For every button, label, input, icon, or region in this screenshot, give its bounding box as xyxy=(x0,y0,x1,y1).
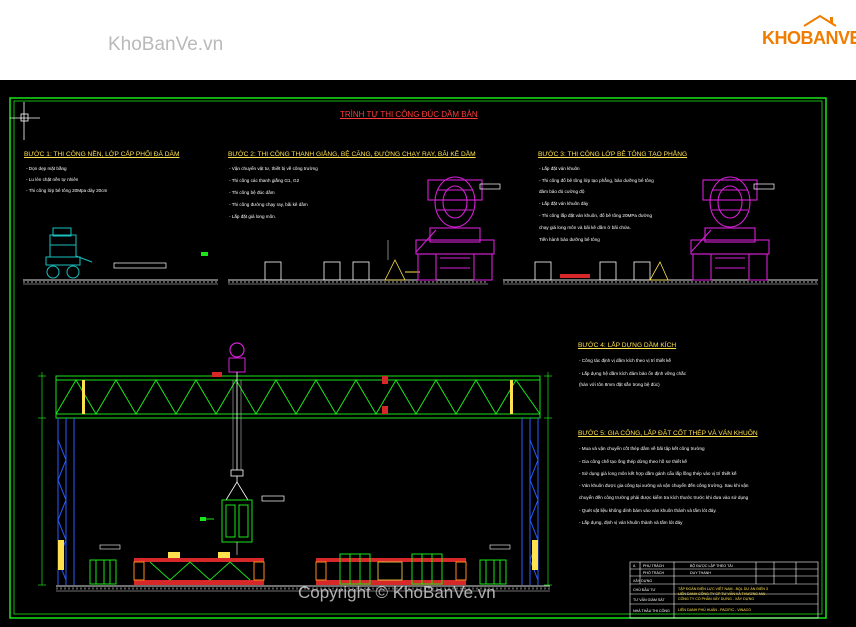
copyright-watermark: Copyright © KhoBanVe.vn xyxy=(298,583,496,602)
step1-line: - Thi công lớp bê tông 20Mpa dày 20cm xyxy=(26,188,108,193)
title-block-cell: DUY THANH xyxy=(690,571,711,575)
step3-title: BƯỚC 3: THI CÔNG LỚP BÊ TÔNG TẠO PHẲNG xyxy=(538,151,688,158)
title-block-cell: TƯ VẤN GIÁM SÁT xyxy=(633,598,665,602)
step1-line: - Lu lèn chặt nền tự nhiên xyxy=(26,177,79,182)
step3-line: chạy giá long môn và bãi kê dầm ở bãi ch… xyxy=(539,225,631,230)
casting-bed-right xyxy=(315,553,467,585)
title-block-cell: NHÀ THẦU THI CÔNG xyxy=(633,609,670,613)
watermark-text: KhoBanVe.vn xyxy=(108,34,224,55)
project-line: TẬP ĐOÀN ĐIỆN LỰC VIỆT NAM - BQL DỰ ÁN Đ… xyxy=(678,587,768,591)
project-line: LIÊN DANH CÔNG TY CP TƯ VẤN VÀ THƯƠNG MẠ… xyxy=(678,592,766,596)
page-header: KhoBanVe.vn KHOBANVE xyxy=(0,0,856,80)
step4-title: BƯỚC 4: LẮP DỰNG DẦM KÍCH xyxy=(578,342,677,349)
step3-line: - Thi công đổ bê tông lớp tạo phẳng, bảo… xyxy=(539,178,654,183)
step2-line: - Lắp đặt giá long môn. xyxy=(229,214,276,219)
step3-line: - Lắp đặt ván khuôn xyxy=(539,166,580,171)
title-block-cell: PHÓ TRÁCH xyxy=(643,571,665,575)
title-block-cell: PHỤ TRÁCH xyxy=(643,564,664,568)
cad-drawing-viewport[interactable]: TRÌNH TỰ THI CÔNG ĐÚC DẦM BẢN BƯỚC 1: TH… xyxy=(0,80,856,627)
logo-text: KHOBANVE xyxy=(762,28,856,48)
step4-line: - Công tác định vị dầm kích theo vị trí … xyxy=(579,358,671,363)
title-block-cell: XÂY DỰNG xyxy=(633,579,653,583)
title-block-cell: BỘ ĐƯỢC LẬP THEO TÀI xyxy=(690,564,733,568)
gantry-crane-elevation xyxy=(38,342,552,592)
step3-line: - Lắp đặt ván khuôn đáy xyxy=(539,201,589,206)
step4-line: - Lắp dựng hệ dầm kích đảm bảo ổn định v… xyxy=(579,371,687,376)
casting-bed-left xyxy=(133,552,265,585)
step1-sketch xyxy=(23,227,218,285)
step5-line: chuyển đến công trường phải được kiểm tr… xyxy=(579,495,749,500)
step5-line: - Lắp dựng, định vị ván khuôn thành và t… xyxy=(579,520,683,525)
step5-line: - Mua và vận chuyển cốt thép dầm về bãi … xyxy=(579,446,705,451)
step3-line: Tiến hành bảo dưỡng bê tông xyxy=(539,237,600,242)
step2-line: - Thi công bệ đúc dầm xyxy=(229,190,275,195)
step5-line: - Gia công chế tạo ống thép dừng theo hồ… xyxy=(579,459,687,464)
step4-line: (hàn với tôn 8mm đặt sẵn trong bệ đúc) xyxy=(579,382,660,387)
title-block-cell: A xyxy=(633,564,636,568)
step2-line: - Thi công các thanh giằng G1, G2 xyxy=(229,178,300,183)
site-logo[interactable]: KHOBANVE xyxy=(762,12,856,52)
step2-line: - Thi công đường chạy ray, bãi kê dầm xyxy=(229,202,308,207)
step2-title: BƯỚC 2: THI CÔNG THANH GIẰNG, BỆ CĂNG, Đ… xyxy=(228,151,476,158)
step5-line: - Ván khuôn được gia công tại xưởng và v… xyxy=(579,483,749,488)
step3-line: - Thi công lắp đặt ván khuôn, đổ bê tông… xyxy=(539,213,653,218)
title-block-cell: CHỦ ĐẦU TƯ xyxy=(633,588,656,592)
step5-title: BƯỚC 5: GIA CÔNG, LẮP ĐẶT CỐT THÉP VÀ VÁ… xyxy=(578,430,758,437)
step5-line: - Sử dụng giá long môn kết hợp dầm gánh … xyxy=(579,471,737,476)
step2-line: - Vận chuyển vật tư, thiết bị về công tr… xyxy=(229,166,318,171)
step3-line: đảm bảo đủ cường độ xyxy=(539,189,585,194)
step1-title: BƯỚC 1: THI CÔNG NỀN, LỚP CẤP PHỐI ĐÁ DĂ… xyxy=(24,151,180,158)
project-line: CÔNG TY CỔ PHẦN XÂY DỰNG - XÂY DỰNG xyxy=(678,597,755,601)
step5-line: - Quét vật liệu không dính bám vào ván k… xyxy=(579,508,717,513)
project-line: LIÊN DANH PHÚ HUÂN - PACIFIC - VINACO xyxy=(678,608,752,612)
step1-line: - Dọn dẹp mặt bằng xyxy=(26,166,67,171)
drawing-title: TRÌNH TỰ THI CÔNG ĐÚC DẦM BẢN xyxy=(340,110,478,119)
cad-canvas xyxy=(9,97,827,619)
